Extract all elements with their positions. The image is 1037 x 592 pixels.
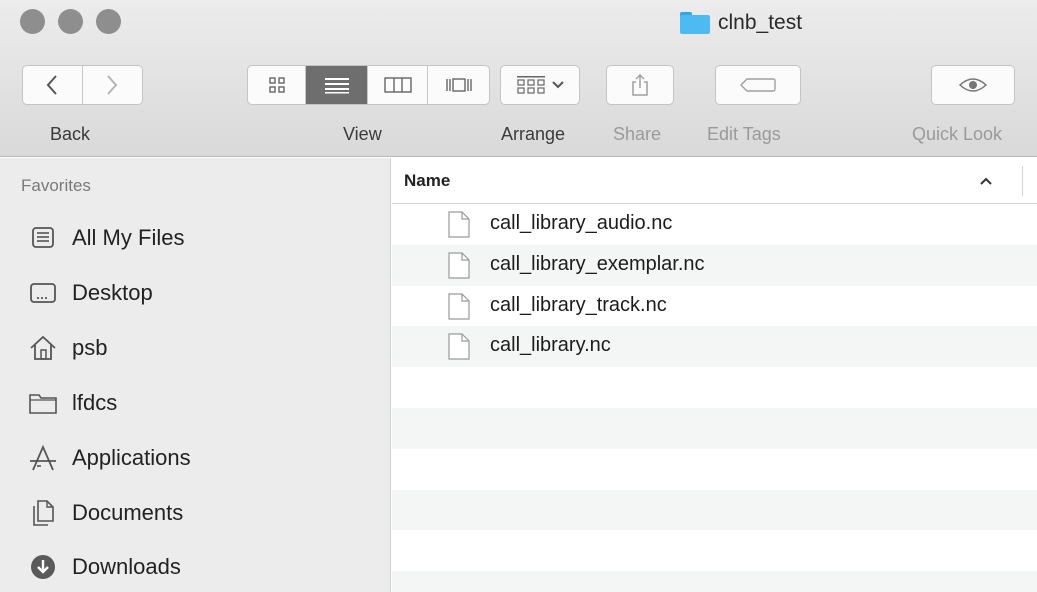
sidebar-item-label: Documents: [72, 500, 184, 525]
table-row[interactable]: call_library.nc: [392, 326, 1037, 368]
sidebar-item-all-my-files[interactable]: All My Files: [28, 218, 184, 258]
applications-icon: [28, 443, 58, 473]
documents-icon: [28, 498, 58, 528]
file-name: call_library_exemplar.nc: [490, 252, 705, 275]
cover-flow-icon: [445, 78, 472, 92]
back-label: Back: [50, 124, 91, 144]
arrange-label: Arrange: [501, 124, 566, 144]
sidebar-item-label: Desktop: [72, 280, 153, 305]
home-icon: [28, 333, 58, 363]
document-icon: [448, 333, 470, 360]
desktop-icon: [28, 278, 58, 308]
sidebar-item-documents[interactable]: Documents: [28, 493, 183, 533]
icon-view-button[interactable]: [248, 66, 306, 104]
share-icon: [632, 73, 648, 96]
arrange-button[interactable]: [500, 65, 580, 105]
arrange-grid-icon: [517, 76, 545, 94]
empty-row: [392, 367, 1037, 408]
edit-tags-button[interactable]: [715, 65, 801, 105]
sidebar-item-label: lfdcs: [72, 390, 118, 415]
folder-icon: [28, 388, 58, 418]
column-view-button[interactable]: [368, 66, 428, 104]
chevron-right-icon: [107, 75, 118, 95]
table-row[interactable]: call_library_audio.nc: [392, 204, 1037, 245]
sidebar-item-label: Downloads: [72, 554, 181, 579]
window-title-text: clnb_test: [718, 11, 803, 34]
view-label: View: [343, 124, 382, 144]
list-header: Name: [392, 158, 1037, 204]
sidebar-item-lfdcs[interactable]: lfdcs: [28, 383, 117, 423]
close-window-button[interactable]: [20, 9, 45, 34]
toolbar: clnb_test Back View Arrange Share Edit T…: [0, 0, 1037, 157]
sidebar-item-label: psb: [72, 335, 108, 360]
table-row[interactable]: call_library_exemplar.nc: [392, 244, 1037, 286]
eye-icon: [958, 78, 988, 92]
share-button[interactable]: [606, 65, 674, 105]
empty-row: [392, 571, 1037, 592]
sidebar-item-desktop[interactable]: Desktop: [28, 273, 153, 313]
chevron-down-icon: [552, 81, 564, 89]
sidebar-item-applications[interactable]: Applications: [28, 438, 191, 478]
file-name: call_library_track.nc: [490, 293, 667, 316]
list-view-button[interactable]: [306, 66, 368, 104]
sidebar-section-title: Favorites: [21, 176, 91, 195]
all-files-icon: [28, 223, 58, 253]
file-list: Name call_library_audio.nc call_library_…: [392, 158, 1037, 592]
chevron-left-icon: [46, 75, 57, 95]
sidebar-item-label: All My Files: [72, 225, 185, 250]
document-icon: [448, 292, 470, 320]
file-name: call_library_audio.nc: [490, 212, 673, 234]
quick-look-label: Quick Look: [912, 124, 1003, 144]
window-controls: [20, 9, 121, 34]
forward-button[interactable]: [83, 66, 143, 104]
empty-row: [392, 407, 1037, 449]
document-icon: [448, 252, 470, 279]
document-icon: [448, 211, 470, 238]
quick-look-button[interactable]: [931, 65, 1015, 105]
empty-row: [392, 530, 1037, 571]
minimize-window-button[interactable]: [58, 9, 83, 34]
sidebar-item-label: Applications: [72, 445, 191, 470]
downloads-icon: [28, 552, 58, 582]
tag-icon: [740, 78, 776, 92]
list-view-icon: [324, 78, 349, 94]
edit-tags-label: Edit Tags: [707, 124, 781, 144]
icon-view-icon: [268, 77, 285, 93]
sidebar-item-psb[interactable]: psb: [28, 328, 107, 368]
sidebar: Favorites All My Files Desktop psb lfdcs…: [0, 158, 391, 592]
file-rows: call_library_audio.nc call_library_exemp…: [392, 204, 1037, 592]
view-mode-control: [247, 65, 490, 105]
sidebar-item-downloads[interactable]: Downloads: [28, 547, 181, 587]
zoom-window-button[interactable]: [96, 9, 121, 34]
cover-flow-button[interactable]: [428, 66, 489, 104]
name-column-header[interactable]: Name: [404, 171, 450, 191]
column-view-icon: [383, 77, 412, 93]
folder-icon: [680, 12, 710, 34]
sort-ascending-icon[interactable]: [980, 172, 992, 188]
column-divider[interactable]: [1022, 166, 1023, 196]
empty-row: [392, 449, 1037, 490]
empty-row: [392, 489, 1037, 531]
back-button[interactable]: [23, 66, 83, 104]
file-name: call_library.nc: [490, 334, 611, 357]
back-forward-control: [22, 65, 143, 105]
share-label: Share: [613, 124, 662, 144]
window-title: clnb_test: [680, 10, 802, 36]
table-row[interactable]: call_library_track.nc: [392, 286, 1037, 327]
